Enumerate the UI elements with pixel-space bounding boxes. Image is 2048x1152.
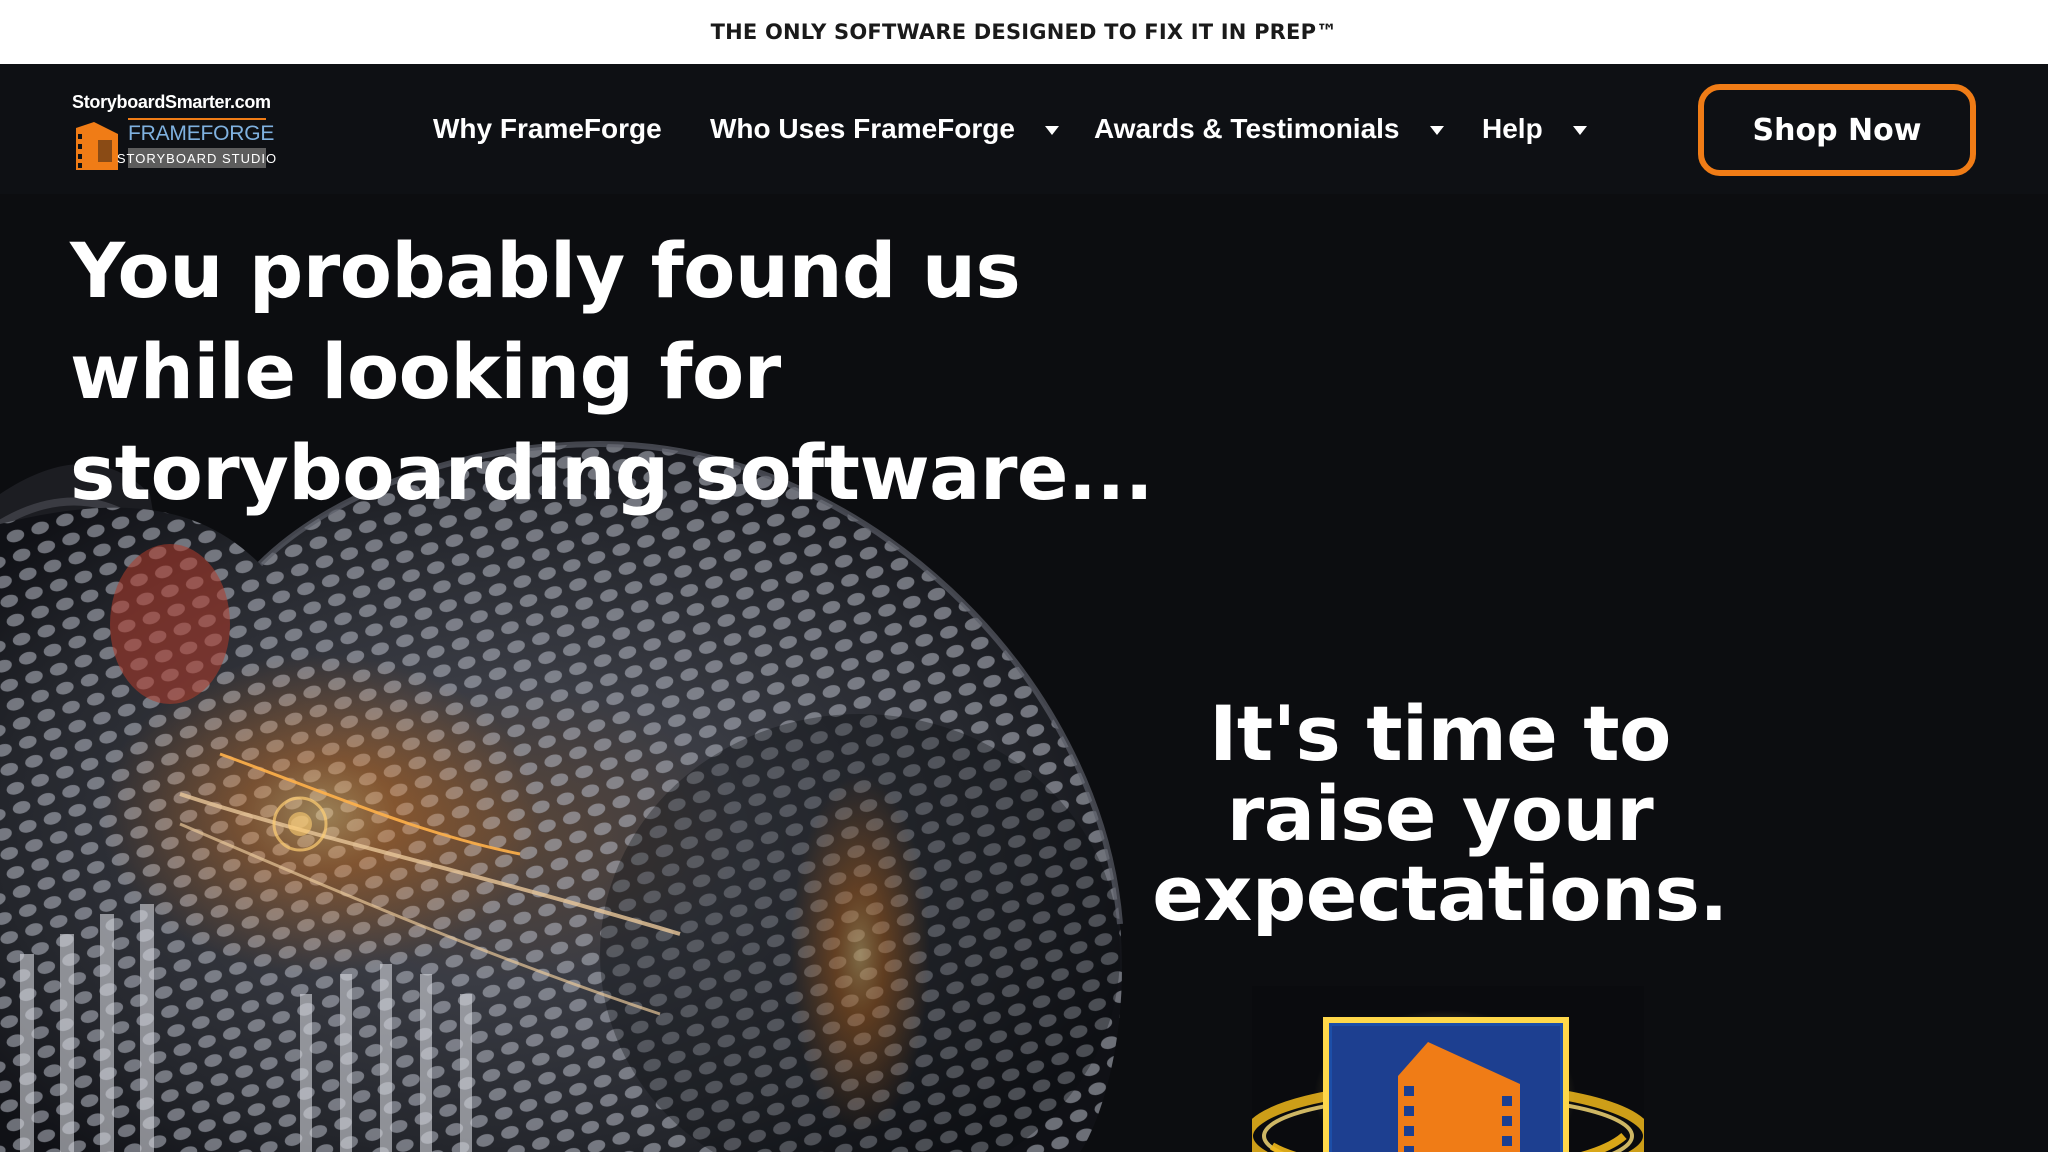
nav-help[interactable]: Help xyxy=(1482,108,1587,150)
announcement-text: THE ONLY SOFTWARE DESIGNED TO FIX IT IN … xyxy=(710,20,1338,44)
announcement-bar: THE ONLY SOFTWARE DESIGNED TO FIX IT IN … xyxy=(0,0,2048,64)
caret-down-icon[interactable] xyxy=(1044,125,1059,135)
caret-down-icon[interactable] xyxy=(1429,125,1444,135)
nav-why-frameforge-label: Why FrameForge xyxy=(433,113,662,144)
navbar: StoryboardSmarter.com FRAMEFORGE STORYBO… xyxy=(0,64,2048,194)
shop-now-button[interactable]: Shop Now xyxy=(1698,84,1976,176)
nav-why-frameforge[interactable]: Why FrameForge xyxy=(433,108,662,150)
logo-subtitle: STORYBOARD STUDIO xyxy=(117,148,276,168)
nav-who-uses-frameforge[interactable]: Who Uses FrameForge xyxy=(710,108,1059,150)
nav-awards-testimonials[interactable]: Awards & Testimonials xyxy=(1094,108,1444,150)
nav-who-uses-frameforge-label: Who Uses FrameForge xyxy=(710,113,1015,144)
logo-accent-rule xyxy=(128,118,266,120)
nav-awards-testimonials-label: Awards & Testimonials xyxy=(1094,113,1400,144)
film-clapper-box-icon xyxy=(1252,986,1644,1152)
hero-tagline: It's time to raise your expectations. xyxy=(1152,689,1728,938)
site-logo[interactable]: StoryboardSmarter.com FRAMEFORGE STORYBO… xyxy=(72,92,276,182)
hero-section: You probably found us while looking for … xyxy=(0,194,2048,1152)
caret-down-icon[interactable] xyxy=(1572,125,1587,135)
hero-heading: You probably found us while looking for … xyxy=(70,226,1154,517)
logo-site-name: StoryboardSmarter.com xyxy=(72,92,271,112)
nav-help-label: Help xyxy=(1482,113,1543,144)
logo-brand-name: FRAMEFORGE xyxy=(128,122,275,145)
